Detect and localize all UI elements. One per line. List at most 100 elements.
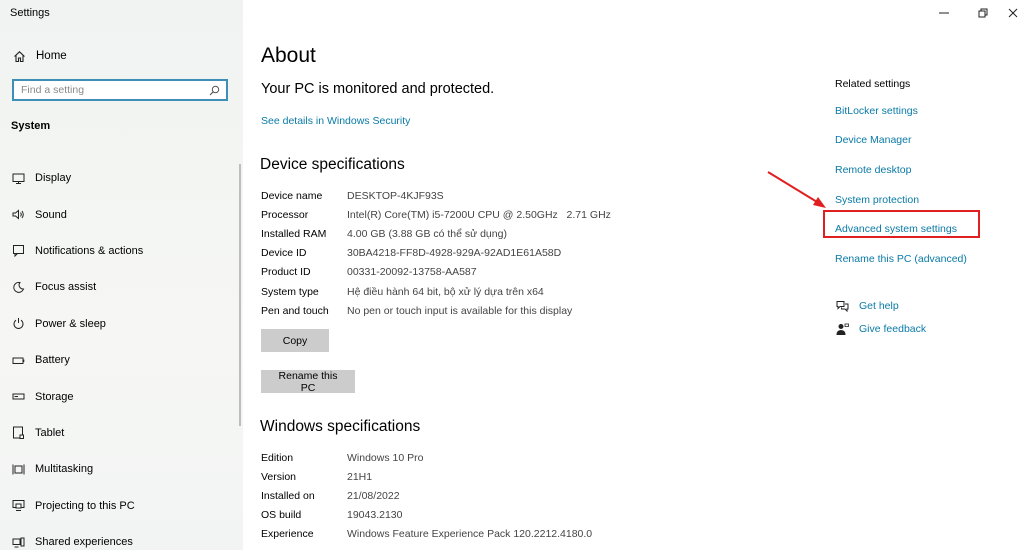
sidebar-item-label: Tablet xyxy=(35,426,65,439)
sidebar-item-power-sleep[interactable]: Power & sleep xyxy=(11,306,236,342)
device-specs-table: Device name DESKTOP-4KJF93S Processor Inte… xyxy=(261,186,611,320)
copy-button[interactable]: Copy xyxy=(261,329,329,352)
spec-label: Installed RAM xyxy=(261,227,327,240)
windows-security-link[interactable]: See details in Windows Security xyxy=(261,115,410,127)
sidebar-item-label: Projecting to this PC xyxy=(35,499,135,512)
give-feedback-link[interactable]: Give feedback xyxy=(859,323,926,335)
sidebar-scrollbar[interactable] xyxy=(239,164,241,426)
sidebar-item-label: Power & sleep xyxy=(35,317,106,330)
spec-row: Edition Windows 10 Pro xyxy=(261,448,592,467)
spec-label: Device name xyxy=(261,189,323,202)
close-icon xyxy=(1008,8,1018,18)
related-settings-title: Related settings xyxy=(835,78,911,90)
multitasking-icon xyxy=(11,462,25,476)
spec-value: 19043.2130 xyxy=(347,509,403,522)
spec-row: Device name DESKTOP-4KJF93S xyxy=(261,186,611,205)
get-help-icon xyxy=(835,299,849,313)
sidebar: Settings Home System Display Sound Notif… xyxy=(0,0,243,550)
sidebar-item-display[interactable]: Display xyxy=(11,160,236,196)
spec-row: Pen and touch No pen or touch input is av… xyxy=(261,301,611,320)
spec-row: OS build 19043.2130 xyxy=(261,506,592,525)
sidebar-item-storage[interactable]: Storage xyxy=(11,378,236,414)
restore-icon xyxy=(978,8,988,18)
spec-label: Edition xyxy=(261,451,294,464)
related-settings-links: BitLocker settings Device Manager Remote… xyxy=(835,96,967,274)
window-title: Settings xyxy=(10,7,50,19)
sidebar-item-focus-assist[interactable]: Focus assist xyxy=(11,269,236,305)
spec-value: 4.00 GB (3.88 GB có thể sử dụng) xyxy=(347,227,507,240)
highlight-box xyxy=(823,210,980,238)
spec-value: Windows Feature Experience Pack 120.2212… xyxy=(347,528,593,541)
bitlocker-settings-link[interactable]: BitLocker settings xyxy=(835,96,967,126)
spec-value: 21H1 xyxy=(347,470,373,483)
spec-value: No pen or touch input is available for t… xyxy=(347,304,573,317)
minimize-icon xyxy=(939,12,949,14)
tablet-icon xyxy=(11,426,25,440)
restore-button[interactable] xyxy=(974,5,992,21)
rename-pc-advanced-link[interactable]: Rename this PC (advanced) xyxy=(835,244,967,274)
spec-value: DESKTOP-4KJF93S xyxy=(347,189,444,202)
related-settings: Related settings xyxy=(835,78,910,92)
search-box[interactable] xyxy=(12,79,228,101)
home-label: Home xyxy=(36,50,67,62)
sidebar-item-projecting[interactable]: Projecting to this PC xyxy=(11,488,236,524)
rename-pc-button[interactable]: Rename this PC xyxy=(261,370,355,394)
spec-label: Installed on xyxy=(261,489,315,502)
minimize-button[interactable] xyxy=(935,5,953,21)
windows-specs-heading: Windows specifications xyxy=(260,418,421,435)
sidebar-item-label: Multitasking xyxy=(35,463,94,476)
spec-row: Experience Windows Feature Experience Pac… xyxy=(261,525,592,544)
get-help-link[interactable]: Get help xyxy=(859,300,899,312)
spec-value: Hệ điều hành 64 bit, bộ xử lý dựa trên x… xyxy=(347,285,544,298)
battery-icon xyxy=(11,353,25,367)
spec-label: Pen and touch xyxy=(261,304,329,317)
spec-row: Installed on 21/08/2022 xyxy=(261,486,592,505)
close-button[interactable] xyxy=(1004,5,1022,21)
spec-row: Installed RAM 4.00 GB (3.88 GB có thể sử … xyxy=(261,224,611,243)
sidebar-item-battery[interactable]: Battery xyxy=(11,342,236,378)
shared-experiences-icon xyxy=(11,535,25,549)
page-title: About xyxy=(261,44,316,67)
spec-row: Processor Intel(R) Core(TM) i5-7200U CPU … xyxy=(261,205,611,224)
sidebar-item-label: Display xyxy=(35,172,72,185)
sidebar-item-tablet[interactable]: Tablet xyxy=(11,415,236,451)
sidebar-item-label: Storage xyxy=(35,390,74,403)
spec-label: Processor xyxy=(261,208,309,221)
sidebar-nav: Display Sound Notifications & actions Fo… xyxy=(11,160,236,560)
section-title: System xyxy=(11,120,51,132)
search-icon[interactable] xyxy=(207,83,221,97)
sidebar-item-sound[interactable]: Sound xyxy=(11,196,236,232)
sidebar-item-label: Battery xyxy=(35,354,70,367)
get-help-item[interactable]: Get help xyxy=(835,294,926,318)
power-icon xyxy=(11,317,25,331)
sidebar-home[interactable]: Home xyxy=(12,47,67,65)
home-icon xyxy=(12,49,26,63)
storage-icon xyxy=(11,390,25,404)
display-icon xyxy=(11,171,25,185)
help-section: Get help Give feedback xyxy=(835,294,926,341)
focus-assist-icon xyxy=(11,280,25,294)
sound-icon xyxy=(11,208,25,222)
spec-label: OS build xyxy=(261,509,302,522)
windows-specs-table: Edition Windows 10 Pro Version 21H1 Instal… xyxy=(261,448,592,544)
spec-label: Experience xyxy=(261,528,314,541)
search-input[interactable] xyxy=(14,83,207,97)
sidebar-item-shared-experiences[interactable]: Shared experiences xyxy=(11,524,236,560)
notifications-icon xyxy=(11,244,25,258)
give-feedback-icon xyxy=(835,322,849,336)
spec-row: System type Hệ điều hành 64 bit, bộ xử lý… xyxy=(261,282,611,301)
spec-value: 21/08/2022 xyxy=(347,489,400,502)
device-manager-link[interactable]: Device Manager xyxy=(835,126,967,156)
sidebar-item-multitasking[interactable]: Multitasking xyxy=(11,451,236,487)
sidebar-item-label: Sound xyxy=(35,208,67,221)
sidebar-item-label: Notifications & actions xyxy=(35,244,144,257)
sidebar-item-label: Shared experiences xyxy=(35,536,133,549)
spec-value: Intel(R) Core(TM) i5-7200U CPU @ 2.50GHz… xyxy=(347,208,611,221)
device-specs-heading: Device specifications xyxy=(260,156,405,173)
spec-label: Version xyxy=(261,470,297,483)
spec-value: Windows 10 Pro xyxy=(347,451,424,464)
remote-desktop-link[interactable]: Remote desktop xyxy=(835,155,967,185)
protection-status: Your PC is monitored and protected. xyxy=(261,81,495,97)
give-feedback-item[interactable]: Give feedback xyxy=(835,318,926,342)
sidebar-item-notifications[interactable]: Notifications & actions xyxy=(11,233,236,269)
